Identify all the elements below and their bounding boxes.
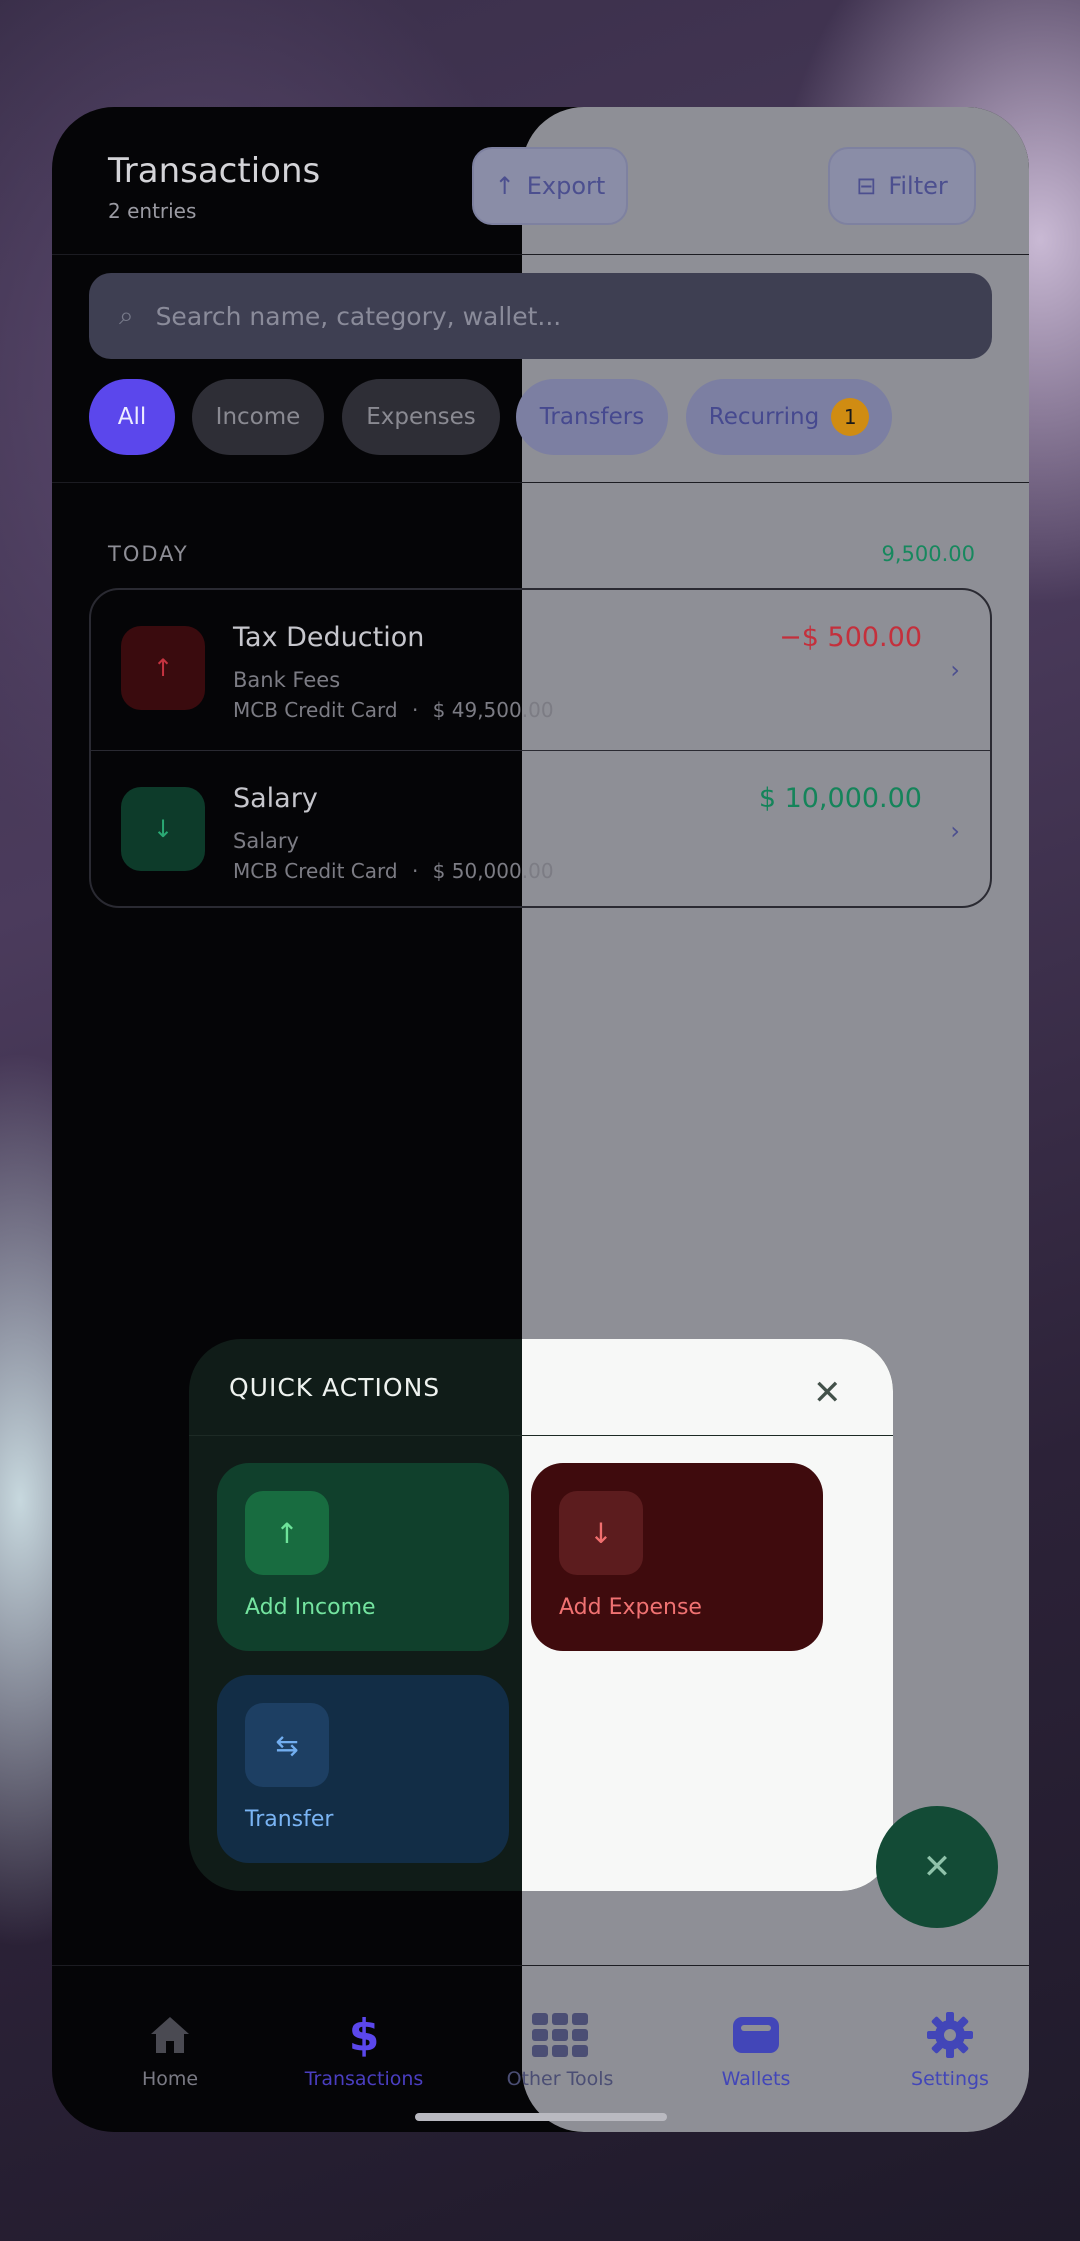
nav-label: Other Tools xyxy=(506,2068,614,2090)
close-icon[interactable]: ✕ xyxy=(813,1373,842,1413)
page-title: Transactions xyxy=(108,151,321,191)
filter-chip-recurring[interactable]: Recurring 1 xyxy=(686,379,892,455)
transaction-name: Tax Deduction xyxy=(233,622,425,653)
nav-item-home[interactable]: Home xyxy=(90,2010,250,2090)
grid-icon xyxy=(480,2010,640,2060)
add-income-label: Add Income xyxy=(245,1595,376,1620)
nav-label: Wallets xyxy=(721,2068,791,2090)
meta-separator: · xyxy=(411,698,419,722)
recurring-count-badge: 1 xyxy=(831,398,870,436)
nav-item-transactions[interactable]: $ Transactions xyxy=(284,2009,444,2091)
chip-label: Expenses xyxy=(366,404,476,430)
divider xyxy=(189,1435,893,1436)
filter-chip-income[interactable]: Income xyxy=(192,379,324,455)
search-bar: ⌕ xyxy=(89,273,992,359)
arrow-up-icon: ↑ xyxy=(245,1491,329,1575)
arrow-up-icon: ↑ xyxy=(494,172,515,200)
dollar-icon: $ xyxy=(348,2009,380,2061)
transaction-balance: $ 50,000.00 xyxy=(432,859,554,883)
nav-item-settings[interactable]: Settings xyxy=(870,2010,1029,2090)
close-icon: ✕ xyxy=(922,1847,952,1887)
nav-label: Settings xyxy=(911,2068,989,2090)
transaction-meta: MCB Credit Card · $ 50,000.00 xyxy=(233,859,554,883)
transfer-label: Transfer xyxy=(245,1807,334,1832)
nav-item-other-tools[interactable]: Other Tools xyxy=(480,2010,640,2090)
chip-label: Transfers xyxy=(539,404,645,430)
arrow-down-icon: ↓ xyxy=(121,787,205,871)
home-indicator[interactable] xyxy=(415,2113,667,2121)
meta-separator: · xyxy=(411,859,419,883)
transaction-wallet: MCB Credit Card xyxy=(233,698,398,722)
nav-label: Home xyxy=(141,2068,199,2090)
search-icon: ⌕ xyxy=(119,300,134,331)
filter-icon: ⊟ xyxy=(856,172,877,200)
transaction-category: Salary xyxy=(233,829,299,853)
transaction-category: Bank Fees xyxy=(233,668,341,692)
transaction-row-tax-deduction[interactable]: ↑ Tax Deduction Bank Fees MCB Credit Car… xyxy=(91,590,990,750)
home-icon xyxy=(90,2010,250,2060)
export-label: Export xyxy=(526,172,606,200)
wallet-icon xyxy=(676,2010,836,2060)
gear-icon xyxy=(870,2010,1029,2060)
close-fab-button[interactable]: ✕ xyxy=(876,1806,998,1928)
export-button[interactable]: ↑ Export xyxy=(472,147,628,225)
transaction-wallet: MCB Credit Card xyxy=(233,859,398,883)
page-header: Transactions 2 entries ↑ Export ⊟ Filter xyxy=(52,107,1029,255)
chip-label: Recurring xyxy=(708,404,820,430)
quick-actions-title: QUICK ACTIONS xyxy=(229,1373,441,1402)
transaction-name: Salary xyxy=(233,783,318,814)
entries-count: 2 entries xyxy=(108,199,197,223)
add-expense-button[interactable]: ↓ Add Expense xyxy=(531,1463,823,1651)
section-total: 9,500.00 xyxy=(881,542,975,566)
transaction-amount: −$ 500.00 xyxy=(779,622,922,653)
transactions-list: ↑ Tax Deduction Bank Fees MCB Credit Car… xyxy=(89,588,992,908)
transaction-amount: $ 10,000.00 xyxy=(758,783,922,814)
nav-label: Transactions xyxy=(304,2068,424,2090)
search-input[interactable] xyxy=(155,301,936,331)
filter-label: Filter xyxy=(888,172,948,200)
quick-actions-sheet: QUICK ACTIONS ✕ ↑ Add Income ↓ Add Expen… xyxy=(189,1339,893,1891)
transfer-arrows-icon: ⇆ xyxy=(245,1703,329,1787)
bottom-nav: Home $ Transactions Other Tools Wallets … xyxy=(52,1965,1029,2132)
filter-chip-expenses[interactable]: Expenses xyxy=(342,379,500,455)
transaction-balance: $ 49,500.00 xyxy=(432,698,554,722)
chip-label: All xyxy=(117,404,147,430)
section-label-today: TODAY xyxy=(108,542,189,566)
transfer-button[interactable]: ⇆ Transfer xyxy=(217,1675,509,1863)
chevron-right-icon: › xyxy=(950,817,960,845)
chevron-right-icon: › xyxy=(950,656,960,684)
add-expense-label: Add Expense xyxy=(559,1595,702,1620)
add-income-button[interactable]: ↑ Add Income xyxy=(217,1463,509,1651)
arrow-up-icon: ↑ xyxy=(121,626,205,710)
transaction-row-salary[interactable]: ↓ Salary Salary MCB Credit Card · $ 50,0… xyxy=(91,750,990,906)
filter-chip-all[interactable]: All xyxy=(89,379,175,455)
arrow-down-icon: ↓ xyxy=(559,1491,643,1575)
filter-chip-transfers[interactable]: Transfers xyxy=(516,379,668,455)
transaction-meta: MCB Credit Card · $ 49,500.00 xyxy=(233,698,554,722)
nav-item-wallets[interactable]: Wallets xyxy=(676,2010,836,2090)
chip-label: Income xyxy=(215,404,301,430)
filter-button[interactable]: ⊟ Filter xyxy=(828,147,976,225)
divider xyxy=(52,482,1029,483)
